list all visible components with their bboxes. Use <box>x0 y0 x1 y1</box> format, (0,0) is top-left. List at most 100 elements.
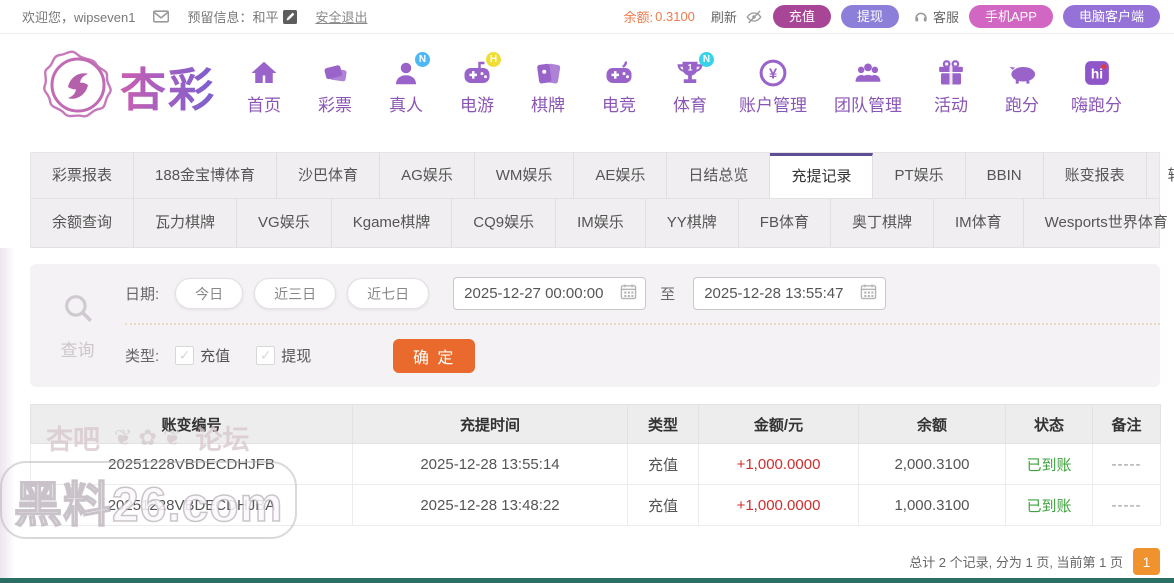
nav-item-8[interactable]: ¥账户管理 <box>739 58 807 116</box>
eye-off-icon[interactable] <box>745 9 763 25</box>
tab-r1-2[interactable]: 188金宝博体育 <box>134 153 277 198</box>
tab-r2-1[interactable]: 余额查询 <box>31 199 134 247</box>
tab-r1-7[interactable]: 日结总览 <box>667 153 770 198</box>
tabs-row-2: 余额查询瓦力棋牌VG娱乐Kgame棋牌CQ9娱乐IM娱乐YY棋牌FB体育奥丁棋牌… <box>31 199 1159 248</box>
customer-service-link[interactable]: 客服 <box>913 7 959 26</box>
nav-item-2[interactable]: 彩票 <box>313 58 357 116</box>
svg-text:¥: ¥ <box>769 66 778 83</box>
column-header: 余额 <box>859 405 1006 444</box>
column-header: 金额/元 <box>699 405 859 444</box>
type-filter-row: 类型: ✓充值✓提现 确 定 <box>125 325 1160 386</box>
confirm-button[interactable]: 确 定 <box>393 339 475 373</box>
tab-r1-1[interactable]: 彩票报表 <box>31 153 134 198</box>
tab-r2-6[interactable]: IM娱乐 <box>556 199 646 247</box>
deposit-button[interactable]: 充值 <box>773 5 831 28</box>
tab-r1-3[interactable]: 沙巴体育 <box>277 153 380 198</box>
balance-value: 0.3100 <box>655 9 695 24</box>
nav-item-3[interactable]: N 真人 <box>384 58 428 116</box>
tab-r1-8[interactable]: 充提记录 <box>770 153 873 198</box>
refresh-button[interactable]: 刷新 <box>711 7 737 26</box>
tab-r1-4[interactable]: AG娱乐 <box>380 153 475 198</box>
mobile-app-button[interactable]: 手机APP <box>969 5 1053 28</box>
table-cell: 已到账 <box>1006 444 1093 485</box>
table-cell: 2025-12-28 13:48:22 <box>353 485 628 526</box>
tab-r2-9[interactable]: 奥丁棋牌 <box>831 199 934 247</box>
logo-text: 杏彩 <box>120 54 216 120</box>
date-to-input[interactable] <box>704 285 854 302</box>
page-1-button[interactable]: 1 <box>1133 548 1160 575</box>
tab-r1-12[interactable]: 转账报表 <box>1147 153 1174 198</box>
tab-r1-6[interactable]: AE娱乐 <box>574 153 667 198</box>
logout-link[interactable]: 安全退出 <box>315 7 367 26</box>
quick-range-3[interactable]: 近七日 <box>347 278 429 309</box>
pagination: 总计 2 个记录, 分为 1 页, 当前第 1 页 1 <box>30 548 1160 575</box>
nav-item-label: 彩票 <box>318 91 352 116</box>
calendar-icon[interactable] <box>860 283 877 305</box>
pc-client-button[interactable]: 电脑客户端 <box>1063 5 1160 28</box>
logo-flower-icon <box>42 49 114 126</box>
quick-range-2[interactable]: 近三日 <box>254 278 336 309</box>
nav-item-1[interactable]: 首页 <box>242 58 286 116</box>
quick-range-1[interactable]: 今日 <box>175 278 243 309</box>
nav-item-9[interactable]: 团队管理 <box>834 58 902 116</box>
tab-r2-5[interactable]: CQ9娱乐 <box>452 199 556 247</box>
ticket-icon <box>320 58 350 88</box>
coin-icon: ¥ <box>758 58 788 88</box>
nav-item-4[interactable]: H电游 <box>455 58 499 116</box>
checkbox-icon: ✓ <box>256 346 275 365</box>
filter-panel: 查询 日期: 今日近三日近七日 至 <box>30 264 1160 387</box>
table-cell: 20251228VBDECDHJFB <box>31 444 353 485</box>
table-cell: 20251228VBDECDHJBA <box>31 485 353 526</box>
records-table: 账变编号充提时间类型金额/元余额状态备注 20251228VBDECDHJFB2… <box>30 404 1161 526</box>
tab-r2-4[interactable]: Kgame棋牌 <box>332 199 453 247</box>
withdraw-button[interactable]: 提现 <box>841 5 899 28</box>
table-row-2: 20251228VBDECDHJBA2025-12-28 13:48:22充值+… <box>31 485 1161 526</box>
date-from-box <box>453 277 646 310</box>
tab-r2-11[interactable]: Wesports世界体育 <box>1024 199 1174 247</box>
tab-r1-5[interactable]: WM娱乐 <box>475 153 575 198</box>
nav-item-label: 跑分 <box>1005 91 1039 116</box>
column-header: 状态 <box>1006 405 1093 444</box>
checkbox-icon: ✓ <box>175 346 194 365</box>
tab-r2-3[interactable]: VG娱乐 <box>237 199 332 247</box>
tab-r2-7[interactable]: YY棋牌 <box>646 199 739 247</box>
person-icon: N <box>391 58 421 88</box>
nav-badge: H <box>486 52 501 67</box>
column-header: 备注 <box>1093 405 1161 444</box>
site-logo[interactable]: 杏彩 <box>42 49 216 126</box>
nav-item-label: 真人 <box>389 91 423 116</box>
calendar-icon[interactable] <box>620 283 637 305</box>
tab-r1-10[interactable]: BBIN <box>966 153 1044 198</box>
topbar: 欢迎您，wipseven1 预留信息：和平 安全退出 余额: 0.3100 刷新… <box>0 0 1174 34</box>
table-cell: 充值 <box>628 444 699 485</box>
table-cell: ----- <box>1093 444 1161 485</box>
search-icon <box>61 291 95 330</box>
nav-item-11[interactable]: 跑分 <box>1000 58 1044 116</box>
type-checkbox-2[interactable]: ✓提现 <box>256 345 311 366</box>
nav-item-5[interactable]: 棋牌 <box>526 58 570 116</box>
controller-icon <box>604 58 634 88</box>
date-from-input[interactable] <box>464 285 614 302</box>
page: 欢迎您，wipseven1 预留信息：和平 安全退出 余额: 0.3100 刷新… <box>0 0 1174 583</box>
nav-item-7[interactable]: 1N体育 <box>668 58 712 116</box>
date-label: 日期: <box>125 283 159 304</box>
tab-r2-2[interactable]: 瓦力棋牌 <box>134 199 237 247</box>
svg-text:1: 1 <box>688 63 693 73</box>
nav-item-12[interactable]: hi嗨跑分 <box>1071 58 1122 116</box>
tab-r2-10[interactable]: IM体育 <box>934 199 1024 247</box>
edit-icon[interactable] <box>283 10 297 24</box>
tab-r1-9[interactable]: PT娱乐 <box>873 153 965 198</box>
tab-r2-8[interactable]: FB体育 <box>739 199 831 247</box>
trophy-icon: 1N <box>675 58 705 88</box>
gamepad-icon: H <box>462 58 492 88</box>
query-label: 查询 <box>61 336 95 361</box>
tab-r1-11[interactable]: 账变报表 <box>1044 153 1147 198</box>
main-nav: 杏彩 首页彩票 N 真人 H电游棋牌电竞 1N体育 ¥账户管理团队管理活动跑分 hi嗨跑分 <box>0 34 1174 140</box>
nav-item-6[interactable]: 电竞 <box>597 58 641 116</box>
nav-item-10[interactable]: 活动 <box>929 58 973 116</box>
type-checkbox-1[interactable]: ✓充值 <box>175 345 230 366</box>
envelope-icon[interactable] <box>153 10 169 23</box>
date-filter-row: 日期: 今日近三日近七日 至 <box>125 264 1160 325</box>
rhino-icon <box>1007 58 1037 88</box>
nav-badge: N <box>415 52 430 67</box>
